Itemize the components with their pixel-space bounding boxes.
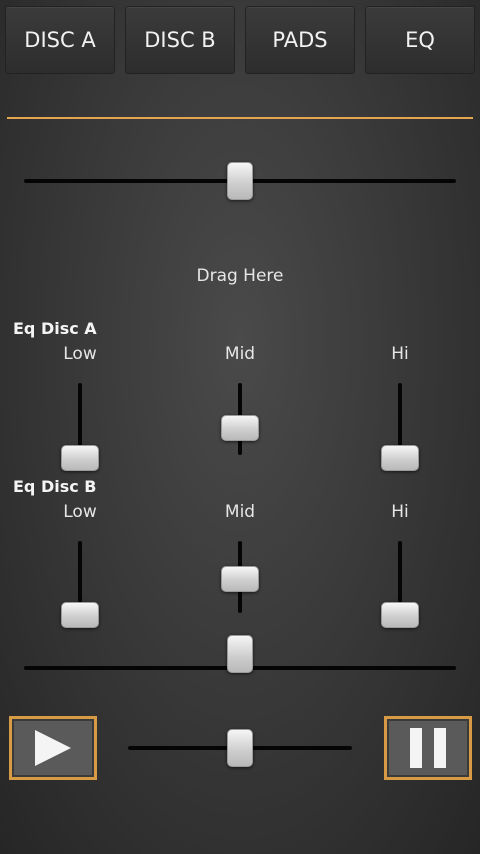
tab-bar: DISC A DISC B PADS EQ (0, 0, 480, 78)
eq-disc-a-title: Eq Disc A (13, 319, 97, 338)
pause-icon (410, 728, 446, 768)
eq-b-hi-label: Hi (391, 502, 409, 522)
eq-a-mid-label: Mid (224, 344, 256, 364)
tab-disc-b[interactable]: DISC B (125, 6, 235, 74)
eq-b-hi-slider[interactable] (381, 602, 419, 628)
tab-eq-label: EQ (405, 28, 435, 52)
tab-eq[interactable]: EQ (365, 6, 475, 74)
eq-a-mid-slider[interactable] (221, 414, 259, 441)
play-icon (35, 730, 71, 766)
eq-a-hi-slider[interactable] (381, 445, 419, 471)
eq-a-low-label: Low (63, 344, 97, 364)
pause-button[interactable] (384, 716, 472, 780)
tab-pads-label: PADS (272, 28, 328, 52)
eq-a-hi-label: Hi (391, 344, 409, 364)
tab-disc-a-label: DISC A (24, 28, 96, 52)
eq-b-low-slider[interactable] (61, 602, 99, 628)
eq-disc-b-title: Eq Disc B (13, 477, 97, 496)
speed-thumb[interactable] (227, 729, 253, 767)
drag-here-label: Drag Here (196, 266, 284, 286)
play-button[interactable] (9, 716, 97, 780)
crossfader-thumb[interactable] (227, 162, 253, 200)
eq-b-low-label: Low (63, 502, 97, 522)
eq-b-mid-label: Mid (224, 502, 256, 522)
volume-fader-thumb[interactable] (227, 635, 253, 673)
tab-indicator-line (7, 117, 473, 119)
eq-b-mid-slider[interactable] (221, 566, 259, 592)
eq-a-low-slider[interactable] (61, 445, 99, 471)
tab-pads[interactable]: PADS (245, 6, 355, 74)
tab-disc-b-label: DISC B (144, 28, 216, 52)
tab-disc-a[interactable]: DISC A (5, 6, 115, 74)
